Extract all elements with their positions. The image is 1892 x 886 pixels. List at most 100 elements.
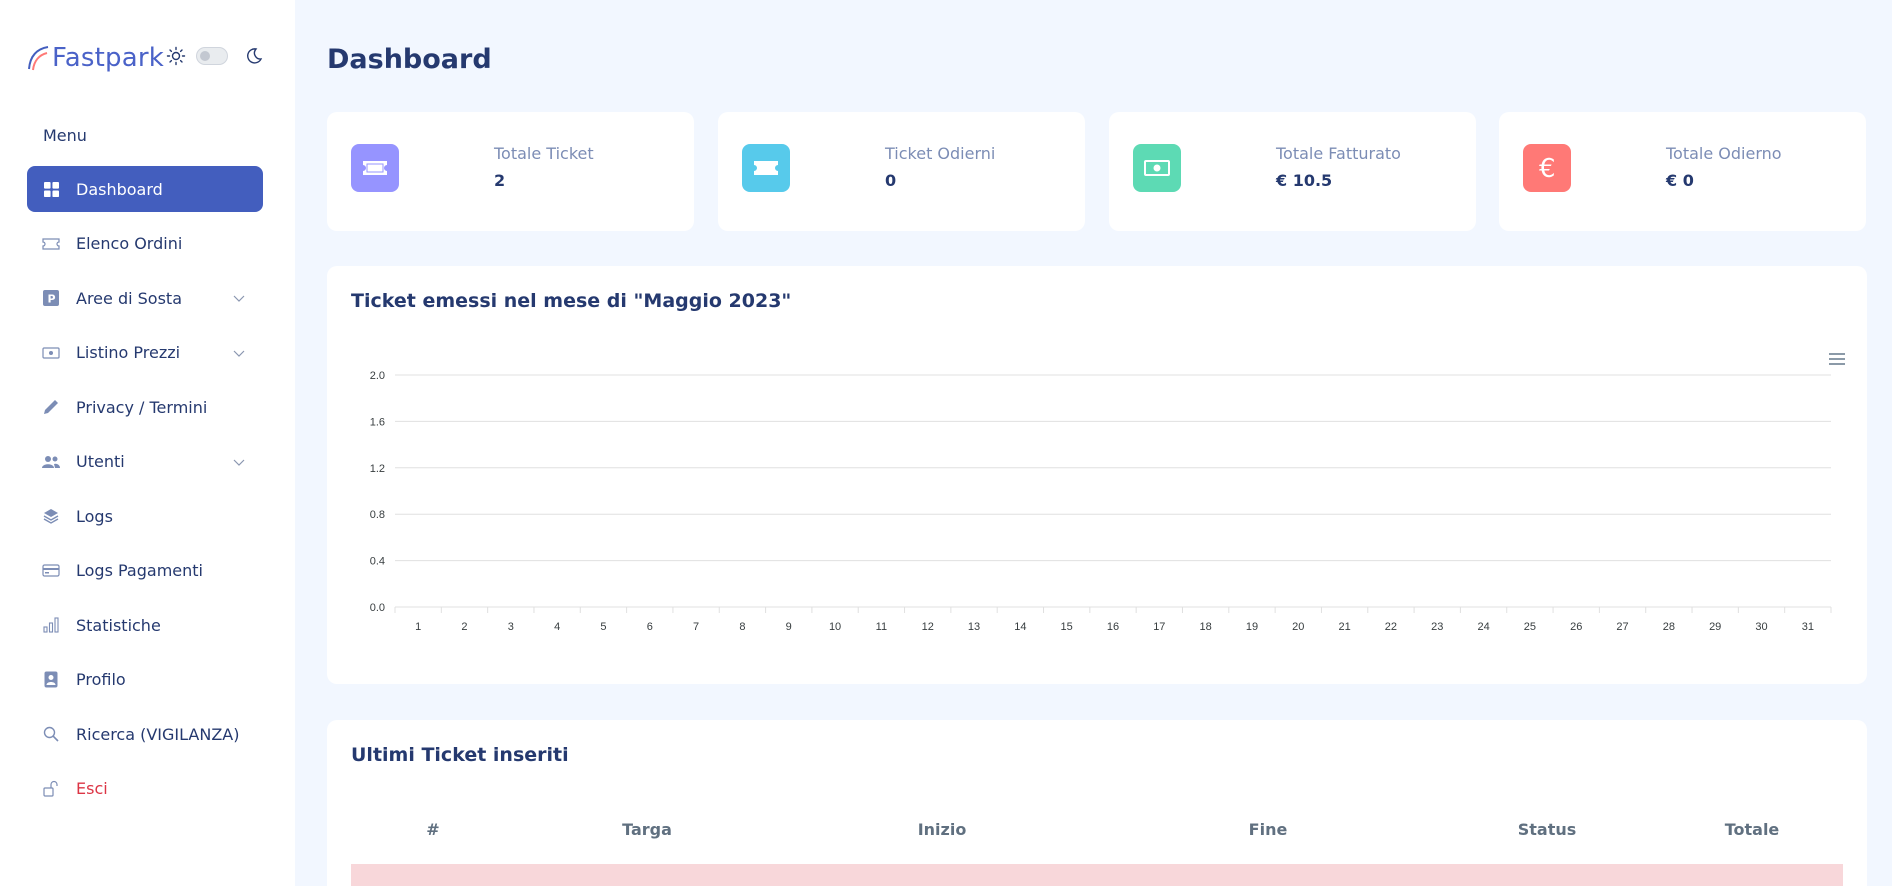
x-tick-label: 11 [876,621,887,633]
x-tick-label: 13 [968,621,980,633]
sidebar-item-label: Esci [76,779,108,798]
x-tick-label: 12 [922,621,934,633]
search-icon [42,725,60,743]
sidebar-item-label: Dashboard [76,179,163,199]
y-tick-label: 0.8 [370,509,385,521]
stat-card-totale-odierno: € Totale Odierno € 0 [1499,112,1866,231]
stat-card-ticket-odierni: Ticket Odierni 0 [718,112,1085,231]
x-tick-label: 22 [1385,621,1397,633]
table-row[interactable] [351,864,1843,886]
theme-toggle [166,46,264,66]
x-tick-label: 10 [829,621,841,633]
cash-icon [42,344,60,362]
dark-mode-switch[interactable] [196,47,228,65]
x-tick-label: 28 [1663,621,1675,633]
x-tick-label: 6 [647,621,653,633]
stat-label: Ticket Odierni [885,144,996,163]
unlock-icon [42,780,60,798]
sidebar-item-logs[interactable]: Logs [27,493,263,539]
y-tick-label: 1.6 [370,416,385,428]
x-tick-label: 5 [600,621,606,633]
x-tick-label: 8 [739,621,745,633]
sidebar-item-label: Privacy / Termini [76,397,208,417]
grid-icon [42,180,60,198]
credit-card-icon [42,562,60,580]
logo-mark-icon [28,46,49,71]
sidebar-item-label: Utenti [76,452,125,471]
sidebar-item-label: Listino Prezzi [76,343,181,362]
sidebar-item-statistiche[interactable]: Statistiche [27,602,263,648]
menu-title: Menu [43,126,87,145]
x-tick-label: 2 [461,621,467,633]
sidebar-nav: Dashboard Elenco Ordini P Aree di Sosta … [27,166,263,820]
moon-icon [247,48,263,64]
chevron-down-icon [233,295,245,302]
sidebar-item-label: Profilo [76,670,126,689]
x-tick-label: 17 [1153,621,1165,633]
x-tick-label: 7 [693,621,699,633]
layers-icon [42,507,60,525]
sidebar-item-profilo[interactable]: Profilo [27,657,263,703]
x-tick-label: 14 [1014,621,1026,633]
chart-card: Ticket emessi nel mese di "Maggio 2023" … [327,266,1867,684]
sidebar-item-ricerca[interactable]: Ricerca (VIGILANZA) [27,711,263,757]
svg-text:€: € [1539,154,1556,182]
pen-icon [42,398,60,416]
sidebar: Fastpark Menu Dashboard Elenco Ordini P … [0,0,295,886]
page-title: Dashboard [327,44,492,75]
stat-label: Totale Fatturato [1276,144,1401,163]
sidebar-item-label: Logs Pagamenti [76,561,203,580]
x-tick-label: 3 [508,621,514,633]
sidebar-item-privacy-termini[interactable]: Privacy / Termini [27,384,263,430]
sun-icon [166,46,186,66]
sidebar-item-esci[interactable]: Esci [27,766,263,812]
stat-card-totale-fatturato: Totale Fatturato € 10.5 [1109,112,1476,231]
sidebar-item-label: Statistiche [76,615,161,635]
column-header-targa[interactable]: Targa [622,820,672,839]
sidebar-item-label: Aree di Sosta [76,288,182,308]
stat-card-totale-ticket: Totale Ticket 2 [327,112,694,231]
stat-label: Totale Odierno [1666,144,1782,163]
column-header-fine[interactable]: Fine [1249,820,1288,839]
sidebar-item-listino-prezzi[interactable]: Listino Prezzi [27,330,263,376]
x-tick-label: 15 [1061,621,1073,633]
stat-value: 2 [494,171,506,190]
chevron-down-icon [233,350,245,357]
cash-icon [1133,144,1181,192]
people-icon [42,453,60,471]
sidebar-item-utenti[interactable]: Utenti [27,439,263,485]
x-tick-label: 31 [1802,621,1814,633]
x-tick-label: 29 [1709,621,1721,633]
ticket-icon [742,144,790,192]
column-header-id[interactable]: # [426,820,439,839]
euro-icon: € [1523,144,1571,192]
ticket-icon [42,235,60,253]
sidebar-item-elenco-ordini[interactable]: Elenco Ordini [27,221,263,267]
x-tick-label: 18 [1200,621,1212,633]
ticket-icon [351,144,399,192]
chevron-down-icon [233,459,245,466]
x-tick-label: 19 [1246,621,1258,633]
x-tick-label: 20 [1292,621,1304,633]
column-header-status[interactable]: Status [1518,820,1577,839]
column-header-totale[interactable]: Totale [1725,820,1780,839]
sidebar-item-aree-di-sosta[interactable]: P Aree di Sosta [27,275,263,321]
recent-tickets-card: Ultimi Ticket inseriti # Targa Inizio Fi… [327,720,1867,886]
column-header-inizio[interactable]: Inizio [918,820,967,839]
x-tick-label: 30 [1755,621,1767,633]
stat-value: € 0 [1666,171,1694,190]
x-tick-label: 21 [1338,621,1350,633]
sidebar-item-dashboard[interactable]: Dashboard [27,166,263,212]
x-tick-label: 16 [1107,621,1119,633]
stat-value: 0 [885,171,897,190]
sidebar-item-logs-pagamenti[interactable]: Logs Pagamenti [27,548,263,594]
y-tick-label: 1.2 [370,463,385,475]
bar-chart-icon [42,616,60,634]
y-tick-label: 0.0 [370,602,385,614]
table-title: Ultimi Ticket inseriti [351,744,569,766]
x-tick-label: 27 [1616,621,1628,633]
y-tick-label: 0.4 [370,556,385,568]
logo[interactable]: Fastpark [26,38,164,78]
y-tick-label: 2.0 [370,370,385,382]
ticket-line-chart: 0.00.40.81.21.62.01 2 3 4 5 6 7 8 9 10 11 12 13 14 15 1… [370,370,1832,633]
